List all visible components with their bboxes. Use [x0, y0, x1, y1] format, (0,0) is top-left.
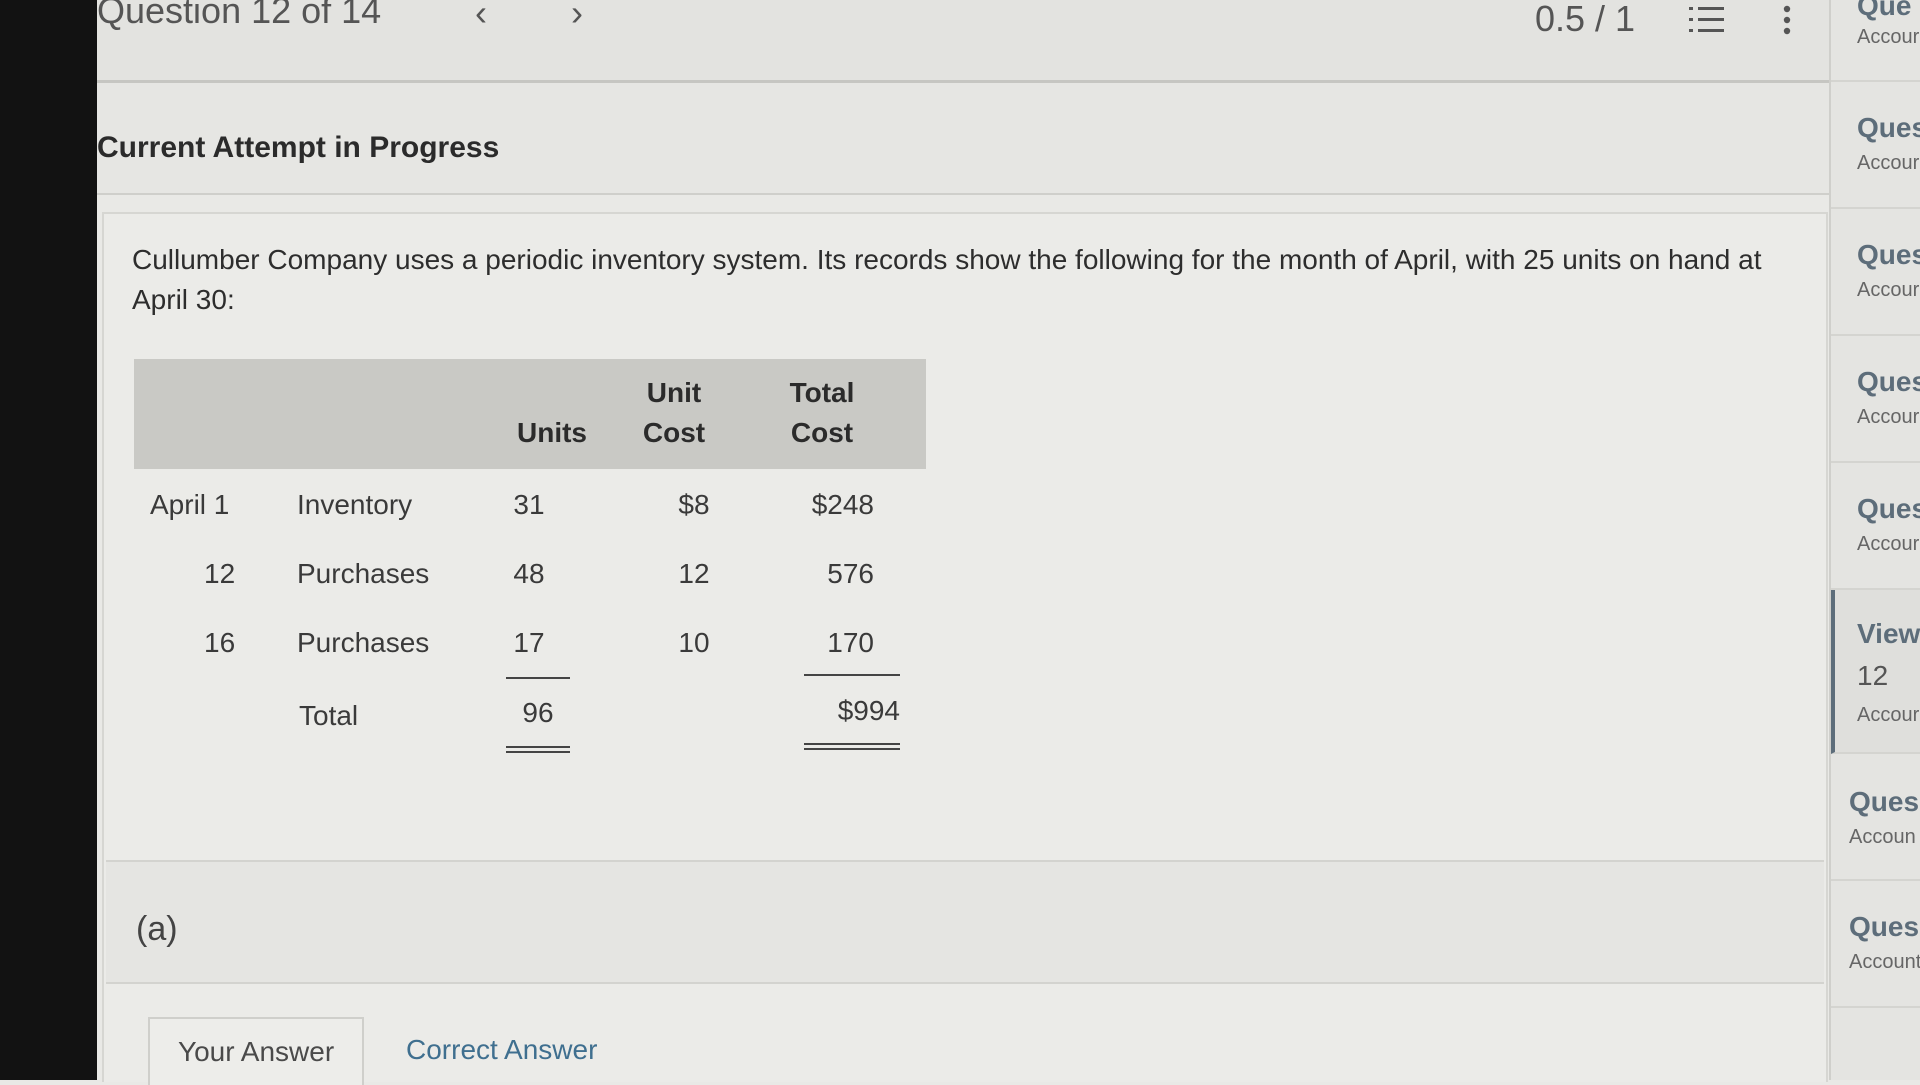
row2-unit-cost: 12 [678, 558, 710, 589]
sidebar-item-title: Ques [1849, 911, 1920, 942]
header-unit-cost-line1: Unit [646, 377, 702, 408]
row2-total-cost: 576 [827, 558, 874, 589]
sidebar-item-question-3[interactable]: Ques Accour [1831, 209, 1920, 336]
sidebar-item-subtitle: Accour [1857, 704, 1920, 726]
cost-total-double-rule-bottom [804, 748, 900, 750]
row3-units: 17 [513, 627, 545, 658]
header-units: Units [517, 417, 587, 448]
row3-total-cost: 170 [827, 627, 874, 658]
sidebar-item-number: 12 [1857, 660, 1889, 691]
total-cost: $994 [837, 695, 900, 726]
row1-description: Inventory [297, 489, 413, 520]
more-vertical-icon[interactable] [1777, 4, 1797, 36]
sidebar-item-question-7[interactable]: Ques Accoun [1831, 754, 1920, 881]
header-total-cost-line1: Total [789, 377, 855, 408]
sidebar-item-question-2[interactable]: Ques Accour [1831, 82, 1920, 209]
sidebar-item-subtitle: Account [1849, 951, 1920, 973]
header-total-cost-line2: Cost [790, 417, 854, 448]
sidebar-item-question-1[interactable]: Que Accour [1831, 0, 1920, 82]
sidebar-item-question-5[interactable]: Ques Accour [1831, 463, 1920, 590]
sidebar-item-title: View [1857, 618, 1920, 649]
question-header: Question 12 of 14 ‹ › 0.5 / 1 [97, 0, 1829, 83]
score-display: 0.5 / 1 [1535, 0, 1636, 39]
sidebar-item-title: Ques [1857, 239, 1920, 270]
more-vertical-icon-graphic [1783, 5, 1791, 35]
sidebar-item-subtitle: Accoun [1849, 826, 1916, 848]
sidebar-item-subtitle: Accour [1857, 533, 1920, 555]
units-total-double-rule-bottom [506, 751, 570, 753]
units-subtotal-rule [506, 677, 570, 679]
row2-units: 48 [513, 558, 545, 589]
sidebar-item-title: Ques [1857, 493, 1920, 524]
units-total-double-rule-top [506, 746, 570, 748]
total-units: 96 [522, 697, 554, 728]
attempt-title: Current Attempt in Progress [97, 131, 500, 164]
sidebar-item-subtitle: Accour [1857, 26, 1920, 48]
row1-total-cost: $248 [811, 489, 874, 520]
sidebar-item-title: Que [1857, 0, 1912, 21]
cost-subtotal-rule [804, 674, 900, 676]
cost-total-double-rule-top [804, 743, 900, 745]
question-text: Cullumber Company uses a periodic invent… [132, 244, 1762, 315]
sidebar-item-question-4[interactable]: Ques Accour [1831, 336, 1920, 463]
tab-correct-answer[interactable]: Correct Answer [378, 1017, 625, 1083]
row2-description: Purchases [297, 558, 430, 589]
sidebar-item-subtitle: Accour [1857, 152, 1920, 174]
question-counter: Question 12 of 14 [97, 0, 382, 31]
row2-date: 12 [204, 558, 236, 589]
tab-your-answer[interactable]: Your Answer [148, 1017, 365, 1085]
previous-question-button[interactable]: ‹ [475, 0, 487, 34]
attempt-status-bar: Current Attempt in Progress [97, 83, 1829, 195]
row1-unit-cost: $8 [678, 489, 710, 520]
question-navigation-sidebar: Que Accour Ques Accour Ques Accour Ques … [1829, 0, 1920, 1080]
sidebar-item-question-8[interactable]: Ques Account [1831, 881, 1920, 1008]
list-icon[interactable] [1687, 4, 1727, 36]
sidebar-item-title: Ques [1849, 786, 1920, 817]
sidebar-item-subtitle: Accour [1857, 279, 1920, 301]
row1-date: April 1 [150, 489, 230, 520]
sidebar-item-title: Ques [1857, 112, 1920, 143]
screen-bezel [0, 0, 97, 1080]
part-a-label: (a) [136, 910, 178, 948]
row3-date: 16 [204, 627, 236, 658]
row1-units: 31 [513, 489, 545, 520]
list-icon-graphic [1689, 7, 1724, 32]
total-label: Total [299, 700, 359, 731]
header-unit-cost-line2: Cost [642, 417, 706, 448]
sidebar-item-current-question[interactable]: View 12 Accour [1831, 590, 1920, 754]
row3-description: Purchases [297, 627, 430, 658]
sidebar-item-title: Ques [1857, 366, 1920, 397]
question-panel: Cullumber Company uses a periodic invent… [102, 212, 1828, 1085]
row3-unit-cost: 10 [678, 627, 710, 658]
table-header-band [134, 359, 926, 469]
part-a-section: (a) [106, 860, 1824, 984]
sidebar-item-subtitle: Accour [1857, 406, 1920, 428]
next-question-button[interactable]: › [571, 0, 583, 34]
